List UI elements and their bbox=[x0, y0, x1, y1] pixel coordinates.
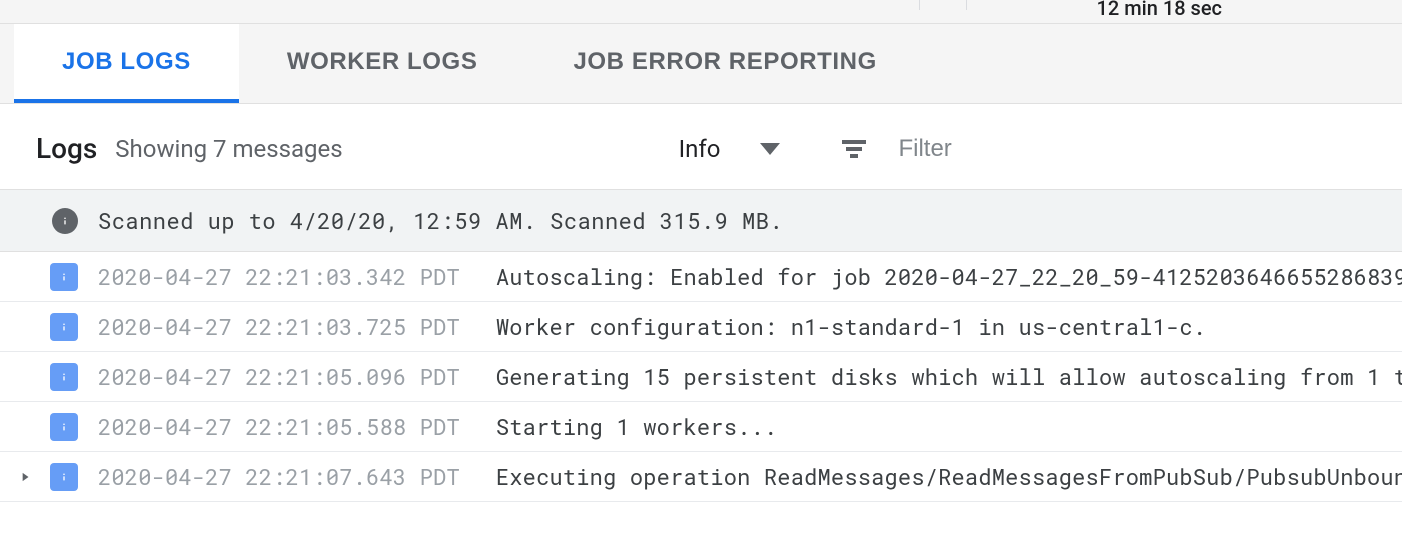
scan-status-banner: Scanned up to 4/20/20, 12:59 AM. Scanned… bbox=[0, 189, 1402, 252]
log-message: Starting 1 workers... bbox=[496, 412, 777, 441]
expand-icon[interactable] bbox=[12, 470, 38, 484]
log-list: 2020-04-27 22:21:03.342 PDT Autoscaling: … bbox=[0, 252, 1402, 502]
info-severity-icon bbox=[50, 263, 78, 291]
log-timestamp: 2020-04-27 22:21:05.096 PDT bbox=[98, 362, 460, 391]
severity-label: Info bbox=[679, 135, 721, 163]
info-icon bbox=[52, 208, 78, 234]
scan-status-text: Scanned up to 4/20/20, 12:59 AM. Scanned… bbox=[98, 206, 783, 235]
info-severity-icon bbox=[50, 313, 78, 341]
log-message: Autoscaling: Enabled for job 2020-04-27_… bbox=[496, 262, 1402, 291]
log-timestamp: 2020-04-27 22:21:03.342 PDT bbox=[98, 262, 460, 291]
filter-icon[interactable] bbox=[838, 136, 870, 162]
log-message: Executing operation ReadMessages/ReadMes… bbox=[496, 462, 1402, 491]
logs-title: Logs bbox=[36, 132, 97, 165]
log-message: Generating 15 persistent disks which wil… bbox=[496, 362, 1402, 391]
log-row[interactable]: 2020-04-27 22:21:03.725 PDT Worker config… bbox=[0, 302, 1402, 352]
log-message: Worker configuration: n1-standard-1 in u… bbox=[496, 312, 1206, 341]
info-severity-icon bbox=[50, 413, 78, 441]
log-row[interactable]: 2020-04-27 22:21:03.342 PDT Autoscaling: … bbox=[0, 252, 1402, 302]
log-timestamp: 2020-04-27 22:21:07.643 PDT bbox=[98, 462, 460, 491]
chevron-down-icon bbox=[760, 143, 780, 155]
log-row[interactable]: 2020-04-27 22:21:05.096 PDT Generating 15… bbox=[0, 352, 1402, 402]
log-timestamp: 2020-04-27 22:21:05.588 PDT bbox=[98, 412, 460, 441]
info-severity-icon bbox=[50, 463, 78, 491]
filter-input[interactable] bbox=[898, 135, 1098, 163]
severity-select[interactable]: Info bbox=[679, 135, 781, 163]
elapsed-time: 12 min 18 sec bbox=[1097, 0, 1222, 20]
log-row[interactable]: 2020-04-27 22:21:07.643 PDT Executing ope… bbox=[0, 452, 1402, 502]
top-info-fragment: 12 min 18 sec bbox=[0, 0, 1402, 24]
logs-subtitle: Showing 7 messages bbox=[115, 135, 342, 163]
info-severity-icon bbox=[50, 363, 78, 391]
tab-worker-logs[interactable]: WORKER LOGS bbox=[239, 24, 526, 103]
log-tabs: JOB LOGS WORKER LOGS JOB ERROR REPORTING bbox=[0, 24, 1402, 104]
log-timestamp: 2020-04-27 22:21:03.725 PDT bbox=[98, 312, 460, 341]
log-row[interactable]: 2020-04-27 22:21:05.588 PDT Starting 1 wo… bbox=[0, 402, 1402, 452]
tab-job-logs[interactable]: JOB LOGS bbox=[14, 24, 239, 103]
logs-controls: Logs Showing 7 messages Info bbox=[0, 104, 1402, 189]
tab-job-error-reporting[interactable]: JOB ERROR REPORTING bbox=[525, 24, 924, 103]
